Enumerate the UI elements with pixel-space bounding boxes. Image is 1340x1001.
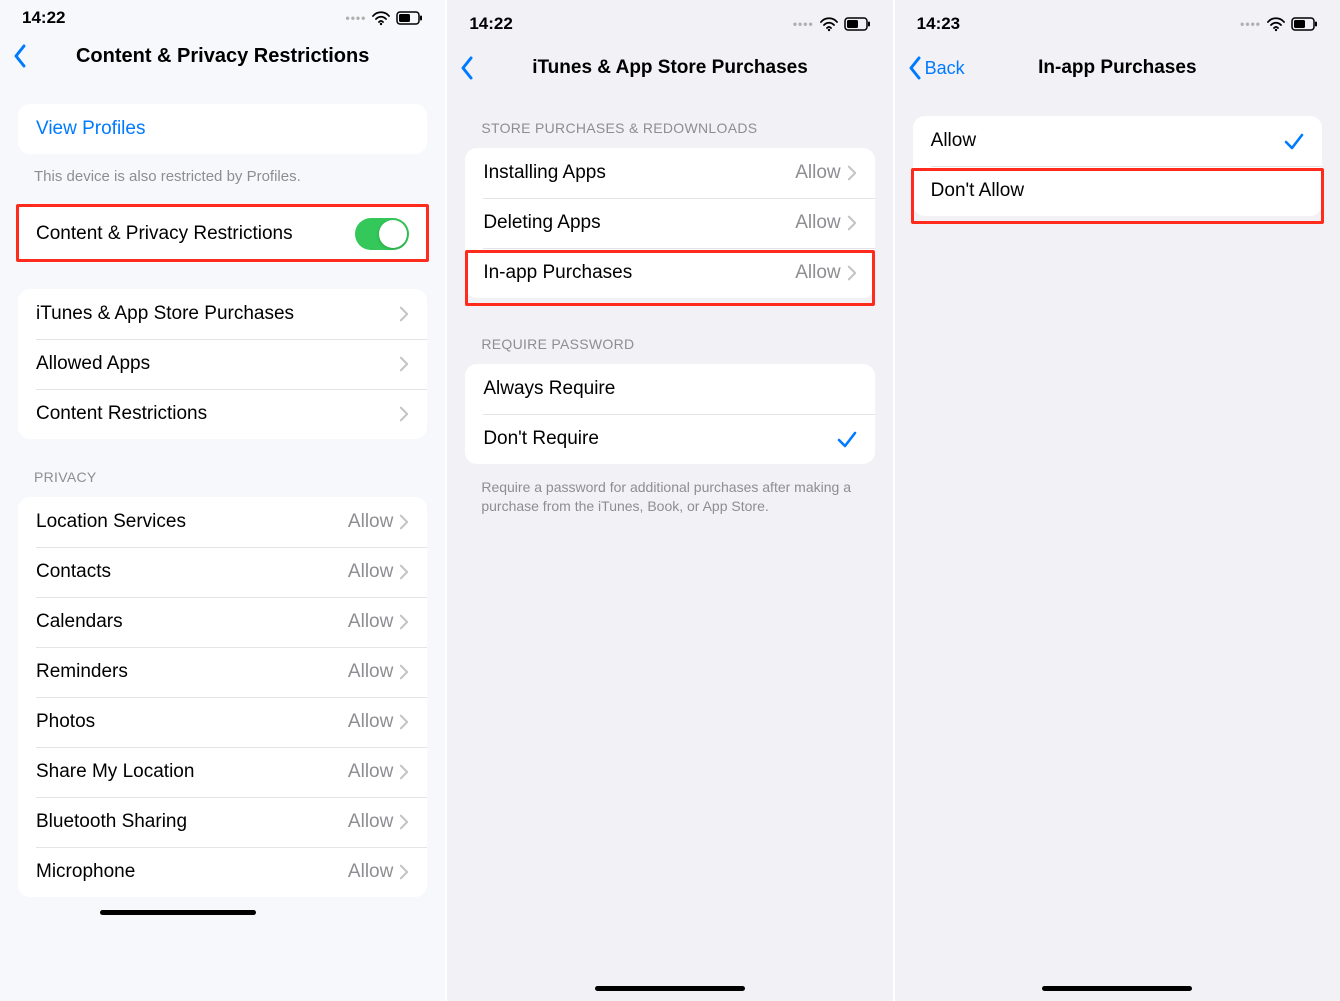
view-profiles-row[interactable]: View Profiles <box>18 104 427 154</box>
wifi-icon <box>372 10 390 26</box>
page-title: Content & Privacy Restrictions <box>0 45 445 68</box>
back-button[interactable] <box>457 52 477 84</box>
back-button[interactable] <box>10 40 30 72</box>
content: Allow Don't Allow <box>895 116 1340 260</box>
status-time: 14:22 <box>22 8 65 28</box>
dont-allow-row[interactable]: Don't Allow <box>913 166 1322 216</box>
chevron-left-icon <box>907 56 923 80</box>
status-time: 14:22 <box>469 14 512 34</box>
deleting-apps-row[interactable]: Deleting AppsAllow <box>465 198 874 248</box>
battery-icon <box>1291 16 1318 32</box>
content: View Profiles This device is also restri… <box>0 104 445 941</box>
chevron-right-icon <box>399 614 409 630</box>
status-time: 14:23 <box>917 14 960 34</box>
cell-signal-icon: •••• <box>346 11 367 25</box>
store-header: STORE PURCHASES & REDOWNLOADS <box>447 94 892 144</box>
chevron-right-icon <box>847 165 857 181</box>
content-privacy-toggle-row[interactable]: Content & Privacy Restrictions <box>18 205 427 263</box>
wifi-icon <box>820 16 838 32</box>
chevron-right-icon <box>399 406 409 422</box>
chevron-left-icon <box>459 56 475 80</box>
dont-require-row[interactable]: Don't Require <box>465 414 874 464</box>
checkmark-icon <box>1284 131 1304 151</box>
reminders-row[interactable]: RemindersAllow <box>18 647 427 697</box>
home-indicator[interactable] <box>1042 986 1192 991</box>
back-button[interactable]: Back <box>905 52 967 84</box>
chevron-right-icon <box>847 265 857 281</box>
content: STORE PURCHASES & REDOWNLOADS Installing… <box>447 94 892 556</box>
content-privacy-toggle[interactable] <box>355 218 409 250</box>
chevron-right-icon <box>399 514 409 530</box>
installing-apps-row[interactable]: Installing AppsAllow <box>465 148 874 198</box>
nav-bar: Back In-app Purchases <box>895 38 1340 94</box>
privacy-header: PRIVACY <box>0 443 445 493</box>
screen-itunes-purchases: 14:22 •••• iTunes & App Store Purchases … <box>447 0 894 1001</box>
chevron-right-icon <box>399 664 409 680</box>
home-indicator[interactable] <box>595 986 745 991</box>
status-bar: 14:23 •••• <box>895 0 1340 38</box>
always-require-row[interactable]: Always Require <box>465 364 874 414</box>
status-icons: •••• <box>1240 16 1318 32</box>
allow-row[interactable]: Allow <box>913 116 1322 166</box>
password-footer: Require a password for additional purcha… <box>447 468 892 516</box>
store-group: Installing AppsAllow Deleting AppsAllow … <box>465 148 874 298</box>
main-group: iTunes & App Store Purchases Allowed App… <box>18 289 427 439</box>
in-app-purchases-row[interactable]: In-app PurchasesAllow <box>465 248 874 298</box>
microphone-row[interactable]: MicrophoneAllow <box>18 847 427 897</box>
photos-row[interactable]: PhotosAllow <box>18 697 427 747</box>
profiles-footnote: This device is also restricted by Profil… <box>0 158 445 201</box>
location-services-row[interactable]: Location ServicesAllow <box>18 497 427 547</box>
home-indicator[interactable] <box>100 910 256 915</box>
chevron-right-icon <box>399 356 409 372</box>
cell-signal-icon: •••• <box>1240 17 1261 31</box>
page-title: iTunes & App Store Purchases <box>447 57 892 79</box>
chevron-right-icon <box>847 215 857 231</box>
chevron-right-icon <box>399 814 409 830</box>
toggle-row-label: Content & Privacy Restrictions <box>36 223 355 245</box>
view-profiles-label: View Profiles <box>36 118 409 140</box>
options-group: Allow Don't Allow <box>913 116 1322 216</box>
contacts-row[interactable]: ContactsAllow <box>18 547 427 597</box>
screen-content-privacy: 14:22 •••• Content & Privacy Restriction… <box>0 0 447 1001</box>
battery-icon <box>396 10 423 26</box>
share-location-row[interactable]: Share My LocationAllow <box>18 747 427 797</box>
bluetooth-sharing-row[interactable]: Bluetooth SharingAllow <box>18 797 427 847</box>
screen-in-app-purchases: 14:23 •••• Back In-app Purchases Allow D… <box>895 0 1340 1001</box>
chevron-right-icon <box>399 714 409 730</box>
back-label: Back <box>925 58 965 79</box>
nav-bar: Content & Privacy Restrictions <box>0 32 445 84</box>
checkmark-icon <box>837 429 857 449</box>
wifi-icon <box>1267 16 1285 32</box>
chevron-right-icon <box>399 864 409 880</box>
password-group: Always Require Don't Require <box>465 364 874 464</box>
content-restrictions-row[interactable]: Content Restrictions <box>18 389 427 439</box>
status-bar: 14:22 •••• <box>447 0 892 38</box>
privacy-group: Location ServicesAllow ContactsAllow Cal… <box>18 497 427 897</box>
chevron-right-icon <box>399 564 409 580</box>
password-header: REQUIRE PASSWORD <box>447 302 892 360</box>
status-icons: •••• <box>346 10 424 26</box>
calendars-row[interactable]: CalendarsAllow <box>18 597 427 647</box>
chevron-left-icon <box>12 44 28 68</box>
cell-signal-icon: •••• <box>793 17 814 31</box>
itunes-purchases-row[interactable]: iTunes & App Store Purchases <box>18 289 427 339</box>
allowed-apps-row[interactable]: Allowed Apps <box>18 339 427 389</box>
chevron-right-icon <box>399 764 409 780</box>
nav-bar: iTunes & App Store Purchases <box>447 38 892 94</box>
status-bar: 14:22 •••• <box>0 0 445 32</box>
chevron-right-icon <box>399 306 409 322</box>
status-icons: •••• <box>793 16 871 32</box>
battery-icon <box>844 16 871 32</box>
